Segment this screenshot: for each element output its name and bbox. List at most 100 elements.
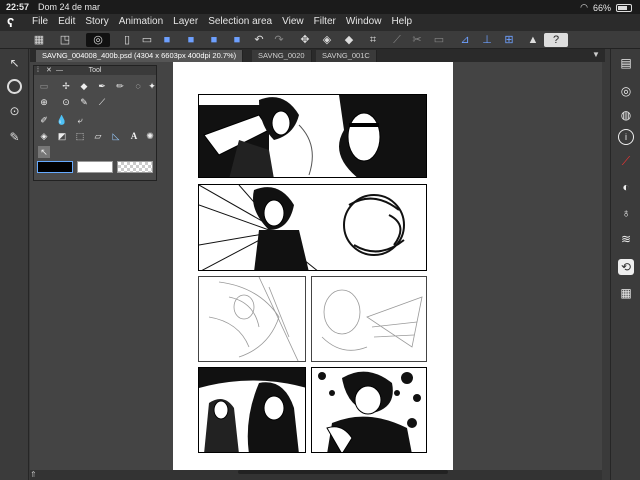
palette-grip-icon[interactable]: ⁞ [37, 66, 39, 75]
grid-icon[interactable]: ▦ [32, 33, 46, 47]
brush-tool-icon[interactable]: ✎ [78, 96, 90, 108]
eraser-tool-icon[interactable]: ◆ [78, 80, 90, 92]
tab-document-active[interactable]: SAVNG_004008_400b.psd (4304 x 6603px 400… [36, 50, 244, 62]
panel-6-art [312, 368, 426, 452]
new-file-icon[interactable]: ▯ [120, 33, 134, 47]
menu-layer[interactable]: Layer [173, 16, 198, 27]
panel-6[interactable] [311, 367, 427, 453]
pen-tool-icon[interactable]: ✒ [96, 80, 108, 92]
search-icon[interactable]: ⟲ [618, 259, 634, 275]
tabs-dropdown-icon[interactable]: ▼ [592, 50, 600, 59]
material-icon[interactable]: ◐ [618, 179, 634, 195]
menu-edit[interactable]: Edit [58, 16, 75, 27]
panel-5[interactable] [198, 367, 306, 453]
fill-tool-icon[interactable]: ⤶ [74, 114, 86, 126]
panel-5-art [199, 368, 305, 452]
menu-story[interactable]: Story [85, 16, 108, 27]
airbrush-tool-icon[interactable]: ⟋ [96, 96, 108, 108]
view-icon[interactable]: ◳ [58, 33, 72, 47]
brush-size-icon[interactable]: ✎ [6, 129, 23, 146]
redo-icon[interactable]: ↷ [272, 33, 286, 47]
pencil-tool-icon[interactable]: ✏ [114, 80, 126, 92]
lasso-tool-icon[interactable]: ◌ [132, 80, 144, 92]
info-icon[interactable]: i [618, 129, 634, 145]
menu-help[interactable]: Help [391, 16, 412, 27]
color-picker-icon[interactable]: ⊙ [6, 103, 23, 120]
save-icon[interactable]: ■ [160, 33, 174, 47]
move-tool-icon[interactable]: ✢ [60, 80, 72, 92]
zoom-icon[interactable] [7, 79, 22, 94]
comic-page[interactable] [173, 62, 453, 470]
open-icon[interactable]: ▭ [140, 33, 154, 47]
color-wheel-icon[interactable]: ⟋ [618, 153, 634, 169]
help-icon[interactable]: ? [544, 33, 568, 47]
snap-ruler-icon[interactable]: ⊿ [458, 33, 472, 47]
menu-selection-area[interactable]: Selection area [208, 16, 272, 27]
text-tool-icon[interactable]: A [128, 130, 140, 142]
selection-tool-icon[interactable]: ▭ [38, 80, 50, 92]
navigator-icon[interactable]: ▤ [618, 55, 634, 71]
transparent-color-swatch[interactable] [117, 161, 153, 173]
fill-icon[interactable]: ◈ [320, 33, 334, 47]
object-tool-icon[interactable]: ↖ [38, 146, 50, 158]
export-icon-2[interactable]: ■ [230, 33, 244, 47]
save-as-icon[interactable]: ■ [184, 33, 198, 47]
learn-icon[interactable]: ▲ [526, 33, 540, 47]
pen-selector-icon[interactable]: ↖ [6, 55, 23, 72]
tool-palette[interactable]: ⁞ ✕ — Tool ▭ ✢ ◆ ✒ ✏ ◌ ✦ ⊕ ⊙ ✎ ⟋ ✐ 💧 ⤶ ◈… [33, 65, 157, 181]
zoom-tool-icon[interactable]: ⊕ [38, 96, 50, 108]
gradient-tool-icon[interactable]: ◩ [56, 130, 68, 142]
right-toolbar: ▤ ◎ ◍ i ⟋ ◐ ♁ ≋ ⟲ ▦ [610, 49, 640, 480]
snap-grid-icon[interactable]: ⊞ [502, 33, 516, 47]
crop-icon[interactable]: ⌗ [366, 33, 380, 47]
tool-palette-title-bar[interactable]: ⁞ ✕ — Tool [34, 66, 156, 75]
timeline-icon[interactable]: ▦ [618, 285, 634, 301]
panel-3-sketch [208, 277, 299, 361]
balloon-tool-icon[interactable]: ✺ [144, 130, 156, 142]
snap-special-icon[interactable]: ⊥ [480, 33, 494, 47]
clear-icon[interactable]: ▭ [432, 33, 446, 47]
tool-palette-title: Tool [88, 67, 102, 74]
panel-4-sketch [321, 289, 423, 351]
eyedropper-tool-icon[interactable]: ⊙ [60, 96, 72, 108]
transform-icon[interactable]: ✥ [298, 33, 312, 47]
panel-4[interactable] [311, 276, 427, 362]
panel-1-art [199, 95, 426, 177]
menu-filter[interactable]: Filter [314, 16, 336, 27]
paint-bucket-icon[interactable]: ◈ [38, 130, 50, 142]
export-icon[interactable]: ■ [207, 33, 221, 47]
figure-tool-icon[interactable]: ◺ [110, 130, 122, 142]
ruler-icon[interactable]: ⟋ [390, 33, 404, 47]
undo-icon[interactable]: ↶ [252, 33, 266, 47]
history-icon[interactable]: ≋ [618, 231, 634, 247]
ruler-tool-icon[interactable]: ▱ [92, 130, 104, 142]
palette-close-icon[interactable]: ✕ [46, 66, 52, 75]
horizontal-scrollbar[interactable] [238, 470, 448, 474]
panel-1[interactable] [198, 94, 427, 178]
eraser-icon[interactable]: ◆ [342, 33, 356, 47]
frame-tool-icon[interactable]: ⬚ [74, 130, 86, 142]
blend-tool-icon[interactable]: 💧 [56, 114, 68, 126]
brush-icon[interactable]: ♁ [618, 205, 634, 221]
decoration-tool-icon[interactable]: ✐ [38, 114, 50, 126]
left-toolbar: ↖ ⊙ ✎ [0, 49, 29, 480]
panel-3[interactable] [198, 276, 306, 362]
sub-color-swatch[interactable] [77, 161, 113, 173]
cut-icon[interactable]: ✂ [410, 33, 424, 47]
menu-window[interactable]: Window [346, 16, 382, 27]
palette-minimize-icon[interactable]: — [56, 66, 63, 75]
layer-icon[interactable]: ◍ [618, 107, 634, 123]
panel-2-art [199, 185, 405, 270]
panel-2[interactable] [198, 184, 427, 271]
tab-document-2[interactable]: SAVNG_0020 [252, 50, 312, 62]
auto-select-tool-icon[interactable]: ✦ [146, 80, 158, 92]
sub-tool-icon[interactable]: ◎ [618, 83, 634, 99]
tab-document-3[interactable]: SAVNG_001C [316, 50, 377, 62]
menu-file[interactable]: File [32, 16, 48, 27]
menu-animation[interactable]: Animation [119, 16, 163, 27]
menu-view[interactable]: View [282, 16, 304, 27]
app-logo-icon[interactable]: ʕ [7, 15, 21, 30]
lasso-icon[interactable]: ◎ [86, 33, 110, 47]
main-color-swatch[interactable] [37, 161, 73, 173]
expand-icon[interactable]: ⇑ [30, 470, 37, 479]
